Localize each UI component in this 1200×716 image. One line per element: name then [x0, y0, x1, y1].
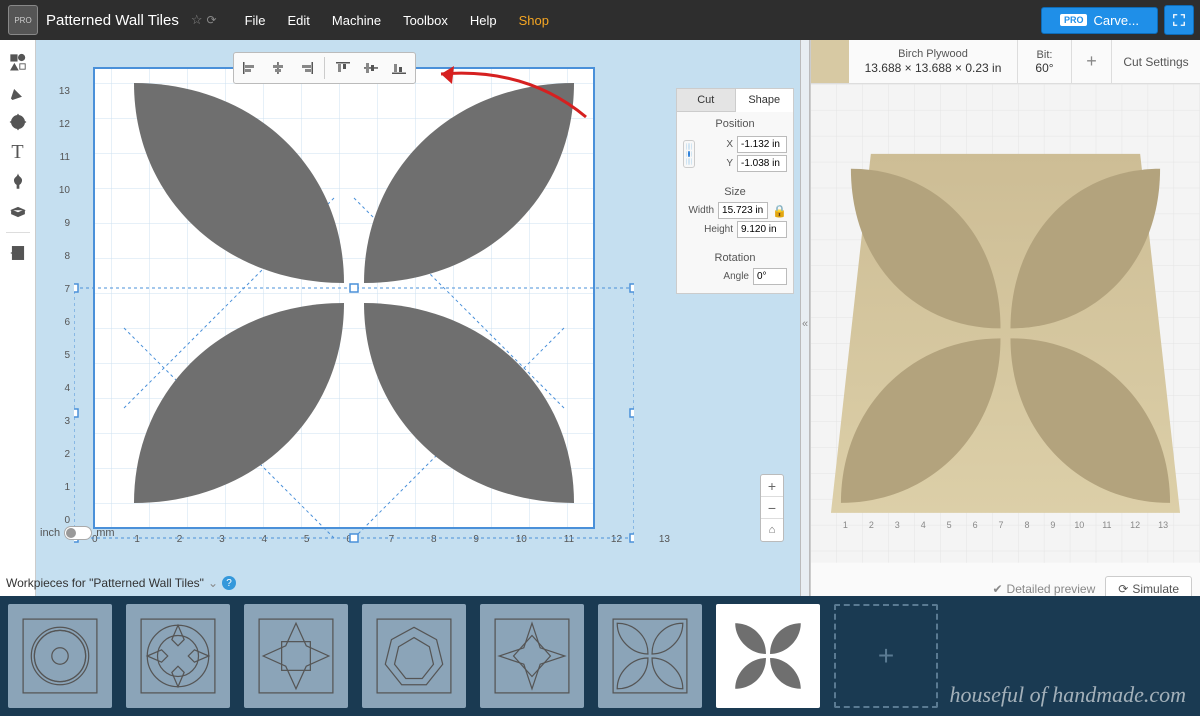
menu-edit[interactable]: Edit [288, 13, 310, 28]
unit-toggle[interactable]: inch mm [40, 526, 115, 540]
menu-file[interactable]: File [245, 13, 266, 28]
position-y-input[interactable] [737, 155, 787, 172]
favorite-star-icon[interactable]: ☆ [191, 12, 203, 28]
align-center-v-button[interactable] [357, 55, 385, 81]
menu-machine[interactable]: Machine [332, 13, 381, 28]
ruler-y: 012345678910111213 [54, 80, 72, 532]
text-tool-icon[interactable]: T [4, 138, 32, 166]
svg-text:10: 10 [1074, 520, 1084, 530]
svg-text:11: 11 [1102, 520, 1111, 530]
collapse-chevron-icon[interactable]: « [802, 318, 808, 330]
add-bit-button[interactable]: + [1072, 40, 1112, 83]
tool-palette: T [0, 40, 36, 608]
rotation-heading: Rotation [683, 252, 787, 264]
alignment-toolbar [233, 52, 416, 84]
project-title: Patterned Wall Tiles [46, 12, 179, 29]
workpieces-strip: + [0, 596, 1200, 716]
align-bottom-button[interactable] [385, 55, 413, 81]
position-x-input[interactable] [737, 136, 787, 153]
angle-input[interactable] [753, 268, 787, 285]
position-heading: Position [683, 118, 787, 130]
sync-icon: ⟳ [207, 13, 217, 27]
preview-3d-render[interactable]: 12345678910111213 [811, 84, 1200, 563]
tab-shape[interactable]: Shape [736, 89, 794, 112]
check-icon: ✔ [992, 582, 1002, 596]
carve-button[interactable]: PRO Carve... [1041, 7, 1158, 34]
pro-badge: PRO [1060, 14, 1088, 26]
drill-tool-icon[interactable] [4, 108, 32, 136]
menu-help[interactable]: Help [470, 13, 497, 28]
width-input[interactable] [718, 202, 768, 219]
cut-settings-button[interactable]: Cut Settings [1112, 40, 1200, 83]
workpiece-thumb-2[interactable] [126, 604, 230, 708]
library-tool-icon[interactable] [4, 198, 32, 226]
design-canvas[interactable] [74, 48, 634, 548]
plus-icon: + [878, 640, 894, 672]
import-tool-icon[interactable] [4, 239, 32, 267]
shape-properties-panel: Cut Shape Position X Y Size Width🔒 Heigh… [676, 88, 794, 294]
svg-text:1: 1 [843, 520, 848, 530]
shapes-tool-icon[interactable] [4, 48, 32, 76]
bit-info[interactable]: Bit: 60° [1018, 40, 1072, 83]
workpiece-thumb-5[interactable] [480, 604, 584, 708]
zoom-home-button[interactable]: ⌂ [761, 519, 783, 541]
add-workpiece-button[interactable]: + [834, 604, 938, 708]
lock-aspect-icon[interactable]: 🔒 [772, 204, 787, 218]
tab-cut[interactable]: Cut [677, 89, 736, 112]
svg-text:9: 9 [1050, 520, 1055, 530]
zoom-in-button[interactable]: + [761, 475, 783, 497]
zoom-out-button[interactable]: − [761, 497, 783, 519]
svg-text:8: 8 [1024, 520, 1029, 530]
chevron-down-icon[interactable]: ⌄ [208, 576, 218, 590]
svg-text:3: 3 [895, 520, 900, 530]
align-center-h-button[interactable] [264, 55, 292, 81]
detailed-preview-toggle[interactable]: ✔Detailed preview [992, 582, 1095, 596]
svg-text:13: 13 [1158, 520, 1168, 530]
design-canvas-area[interactable]: 012345678910111213 012345678910111213 [36, 40, 800, 608]
anchor-picker[interactable] [683, 140, 695, 168]
height-input[interactable] [737, 221, 787, 238]
workpiece-thumb-1[interactable] [8, 604, 112, 708]
panel-divider[interactable]: « [800, 40, 810, 608]
workpiece-thumb-7[interactable] [716, 604, 820, 708]
menu-shop[interactable]: Shop [519, 13, 549, 28]
app-logo[interactable]: PRO [8, 5, 38, 35]
align-right-button[interactable] [292, 55, 320, 81]
align-left-button[interactable] [236, 55, 264, 81]
svg-text:6: 6 [973, 520, 978, 530]
workpieces-heading: Workpieces for "Patterned Wall Tiles" ⌄ … [6, 576, 236, 590]
fullscreen-button[interactable] [1164, 5, 1194, 35]
svg-text:12: 12 [1130, 520, 1140, 530]
material-info[interactable]: Birch Plywood 13.688 × 13.688 × 0.23 in [849, 40, 1018, 83]
menu-toolbox[interactable]: Toolbox [403, 13, 448, 28]
unit-switch[interactable] [64, 526, 92, 540]
align-top-button[interactable] [329, 55, 357, 81]
apps-tool-icon[interactable] [4, 168, 32, 196]
material-swatch[interactable] [811, 40, 849, 83]
svg-text:2: 2 [869, 520, 874, 530]
workpiece-thumb-6[interactable] [598, 604, 702, 708]
workpiece-thumb-3[interactable] [244, 604, 348, 708]
svg-text:7: 7 [999, 520, 1004, 530]
pen-tool-icon[interactable] [4, 78, 32, 106]
svg-text:5: 5 [947, 520, 952, 530]
help-icon[interactable]: ? [222, 576, 236, 590]
preview-panel: Birch Plywood 13.688 × 13.688 × 0.23 in … [810, 40, 1200, 608]
size-heading: Size [683, 186, 787, 198]
svg-text:4: 4 [921, 520, 926, 530]
refresh-icon: ⟳ [1118, 582, 1128, 596]
workpiece-thumb-4[interactable] [362, 604, 466, 708]
